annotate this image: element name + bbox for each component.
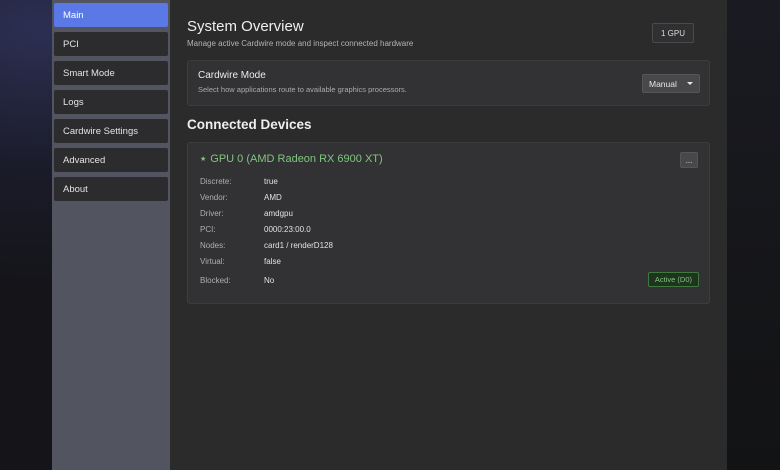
- sidebar-item-cardwire-settings[interactable]: Cardwire Settings: [54, 119, 168, 143]
- main-content: System Overview Manage active Cardwire m…: [170, 0, 727, 470]
- property-label: PCI:: [200, 224, 216, 234]
- property-value: true: [264, 176, 278, 186]
- sidebar-item-label: PCI: [63, 38, 79, 50]
- property-value: amdgpu: [264, 208, 293, 218]
- sidebar-item-advanced[interactable]: Advanced: [54, 148, 168, 172]
- sidebar-item-label: Logs: [63, 96, 84, 108]
- property-label: Driver:: [200, 208, 224, 218]
- sidebar-item-label: Main: [63, 9, 84, 21]
- device-properties: Discrete: true Vendor: AMD Driver: amdgp…: [200, 173, 697, 291]
- cardwire-mode-selected-value: Manual: [649, 78, 677, 89]
- star-icon: ★: [200, 156, 207, 163]
- connected-devices-title: Connected Devices: [187, 117, 312, 132]
- property-label: Discrete:: [200, 176, 232, 186]
- property-label: Vendor:: [200, 192, 228, 202]
- page-title: System Overview: [187, 18, 304, 35]
- device-card: ★ GPU 0 (AMD Radeon RX 6900 XT) ... Disc…: [187, 142, 710, 304]
- property-value: card1 / renderD128: [264, 240, 333, 250]
- sidebar-item-pci[interactable]: PCI: [54, 32, 168, 56]
- cardwire-mode-card: Cardwire Mode Select how applications ro…: [187, 60, 710, 106]
- property-label: Blocked:: [200, 276, 231, 285]
- property-label: Virtual:: [200, 257, 225, 266]
- property-value: 0000:23:00.0: [264, 224, 311, 234]
- property-row-blocked: Blocked: No: [200, 270, 697, 291]
- cardwire-mode-title: Cardwire Mode: [198, 70, 266, 81]
- sidebar-item-main[interactable]: Main: [54, 3, 168, 27]
- chevron-down-icon: [687, 82, 693, 85]
- property-row-driver: Driver: amdgpu: [200, 205, 697, 221]
- sidebar-item-logs[interactable]: Logs: [54, 90, 168, 114]
- page-subtitle: Manage active Cardwire mode and inspect …: [187, 39, 414, 48]
- property-row-nodes: Nodes: card1 / renderD128: [200, 237, 697, 253]
- device-name: GPU 0 (AMD Radeon RX 6900 XT): [210, 153, 383, 165]
- sidebar-item-label: About: [63, 183, 88, 195]
- sidebar-item-about[interactable]: About: [54, 177, 168, 201]
- app-window: Main PCI Smart Mode Logs Cardwire Settin…: [52, 0, 727, 470]
- sidebar-item-smart-mode[interactable]: Smart Mode: [54, 61, 168, 85]
- device-header: ★ GPU 0 (AMD Radeon RX 6900 XT): [200, 153, 697, 165]
- sidebar-item-label: Smart Mode: [63, 67, 115, 79]
- cardwire-mode-select[interactable]: Manual: [642, 74, 700, 93]
- property-row-virtual: Virtual: false: [200, 253, 697, 270]
- property-row-pci: PCI: 0000:23:00.0: [200, 221, 697, 237]
- sidebar: Main PCI Smart Mode Logs Cardwire Settin…: [52, 0, 170, 470]
- property-value: No: [264, 276, 275, 285]
- gpu-count-badge: 1 GPU: [652, 23, 695, 43]
- property-value: AMD: [264, 192, 282, 202]
- desktop-background: [727, 0, 780, 470]
- sidebar-item-label: Advanced: [63, 154, 106, 166]
- more-options-button[interactable]: ...: [680, 152, 698, 168]
- property-value: false: [264, 257, 281, 266]
- property-row-discrete: Discrete: true: [200, 173, 697, 189]
- property-row-vendor: Vendor: AMD: [200, 189, 697, 205]
- cardwire-mode-description: Select how applications route to availab…: [198, 85, 407, 94]
- sidebar-item-label: Cardwire Settings: [63, 125, 138, 137]
- property-label: Nodes:: [200, 240, 226, 250]
- device-status-badge: Active (D0): [647, 272, 699, 287]
